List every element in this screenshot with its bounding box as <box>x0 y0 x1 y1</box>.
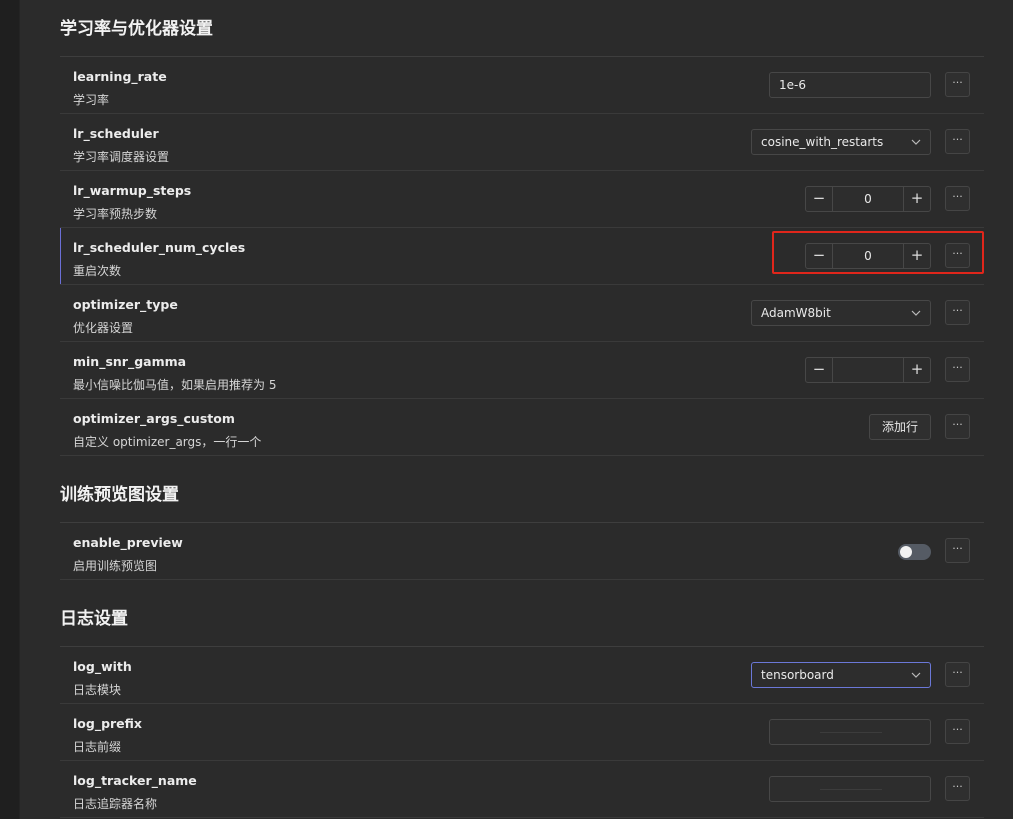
section-title-preview: 训练预览图设置 <box>60 466 984 523</box>
setting-row-lr-warmup-steps: lr_warmup_steps 学习率预热步数 − 0 + ··· <box>60 171 984 228</box>
decrement-button[interactable]: − <box>806 187 833 211</box>
setting-description: 日志前缀 <box>73 740 122 754</box>
setting-description: 优化器设置 <box>73 321 134 335</box>
setting-description: 重启次数 <box>73 264 122 278</box>
setting-description: 最小信噪比伽马值，如果启用推荐为 5 <box>73 378 277 392</box>
setting-description: 日志模块 <box>73 683 122 697</box>
setting-row-min-snr-gamma: min_snr_gamma 最小信噪比伽马值，如果启用推荐为 5 − + ··· <box>60 342 984 399</box>
toggle-knob <box>900 546 912 558</box>
setting-row-log-prefix: log_prefix 日志前缀 ··· <box>60 704 984 761</box>
decrement-button[interactable]: − <box>806 244 833 268</box>
more-options-button[interactable]: ··· <box>945 414 970 439</box>
stepper-value[interactable]: 0 <box>833 244 903 268</box>
lr-warmup-steps-stepper: − 0 + <box>805 186 931 212</box>
side-panel-divider <box>19 0 20 819</box>
chevron-down-icon <box>911 139 921 145</box>
setting-description: 启用训练预览图 <box>73 559 158 573</box>
side-panel <box>0 0 19 819</box>
setting-description: 自定义 optimizer_args，一行一个 <box>73 435 262 449</box>
increment-button[interactable]: + <box>903 358 930 382</box>
log-with-select[interactable]: tensorboard <box>751 662 931 688</box>
more-options-button[interactable]: ··· <box>945 186 970 211</box>
more-options-button[interactable]: ··· <box>945 538 970 563</box>
setting-name: lr_scheduler <box>73 126 159 141</box>
setting-name: optimizer_type <box>73 297 178 312</box>
more-options-button[interactable]: ··· <box>945 300 970 325</box>
setting-description: 学习率 <box>73 93 110 107</box>
section-title-optimizer: 学习率与优化器设置 <box>60 0 984 57</box>
min-snr-gamma-stepper: − + <box>805 357 931 383</box>
setting-name: log_prefix <box>73 716 142 731</box>
learning-rate-input[interactable]: 1e-6 <box>769 72 931 98</box>
stepper-value[interactable]: 0 <box>833 187 903 211</box>
setting-name: learning_rate <box>73 69 167 84</box>
setting-row-lr-scheduler: lr_scheduler 学习率调度器设置 cosine_with_restar… <box>60 114 984 171</box>
setting-description: 学习率预热步数 <box>73 207 158 221</box>
more-options-button[interactable]: ··· <box>945 776 970 801</box>
setting-row-optimizer-type: optimizer_type 优化器设置 AdamW8bit ··· <box>60 285 984 342</box>
settings-content: 学习率与优化器设置 learning_rate 学习率 1e-6 ··· lr_… <box>60 0 984 818</box>
increment-button[interactable]: + <box>903 187 930 211</box>
more-options-button[interactable]: ··· <box>945 719 970 744</box>
log-prefix-input[interactable] <box>769 719 931 745</box>
setting-row-log-with: log_with 日志模块 tensorboard ··· <box>60 647 984 704</box>
log-tracker-name-input[interactable] <box>769 776 931 802</box>
setting-name: log_with <box>73 659 132 674</box>
setting-name: optimizer_args_custom <box>73 411 235 426</box>
setting-name: enable_preview <box>73 535 183 550</box>
setting-description: 学习率调度器设置 <box>73 150 170 164</box>
more-options-button[interactable]: ··· <box>945 129 970 154</box>
decrement-button[interactable]: − <box>806 358 833 382</box>
lr-scheduler-select[interactable]: cosine_with_restarts <box>751 129 931 155</box>
select-value: AdamW8bit <box>761 306 831 320</box>
more-options-button[interactable]: ··· <box>945 662 970 687</box>
select-value: cosine_with_restarts <box>761 135 884 149</box>
enable-preview-toggle[interactable] <box>898 544 931 560</box>
setting-row-enable-preview: enable_preview 启用训练预览图 ··· <box>60 523 984 580</box>
increment-button[interactable]: + <box>903 244 930 268</box>
section-title-logging: 日志设置 <box>60 590 984 647</box>
setting-name: min_snr_gamma <box>73 354 187 369</box>
select-value: tensorboard <box>761 668 834 682</box>
setting-row-learning-rate: learning_rate 学习率 1e-6 ··· <box>60 57 984 114</box>
setting-row-optimizer-args-custom: optimizer_args_custom 自定义 optimizer_args… <box>60 399 984 456</box>
more-options-button[interactable]: ··· <box>945 72 970 97</box>
lr-scheduler-num-cycles-stepper: − 0 + <box>805 243 931 269</box>
setting-name: lr_warmup_steps <box>73 183 192 198</box>
more-options-button[interactable]: ··· <box>945 357 970 382</box>
setting-name: log_tracker_name <box>73 773 197 788</box>
stepper-value[interactable] <box>833 358 903 382</box>
setting-row-log-tracker-name: log_tracker_name 日志追踪器名称 ··· <box>60 761 984 818</box>
setting-row-lr-scheduler-num-cycles: lr_scheduler_num_cycles 重启次数 − 0 + ··· <box>60 228 984 285</box>
chevron-down-icon <box>911 310 921 316</box>
optimizer-type-select[interactable]: AdamW8bit <box>751 300 931 326</box>
more-options-button[interactable]: ··· <box>945 243 970 268</box>
setting-name: lr_scheduler_num_cycles <box>73 240 246 255</box>
chevron-down-icon <box>911 672 921 678</box>
add-row-button[interactable]: 添加行 <box>869 414 931 440</box>
setting-description: 日志追踪器名称 <box>73 797 158 811</box>
